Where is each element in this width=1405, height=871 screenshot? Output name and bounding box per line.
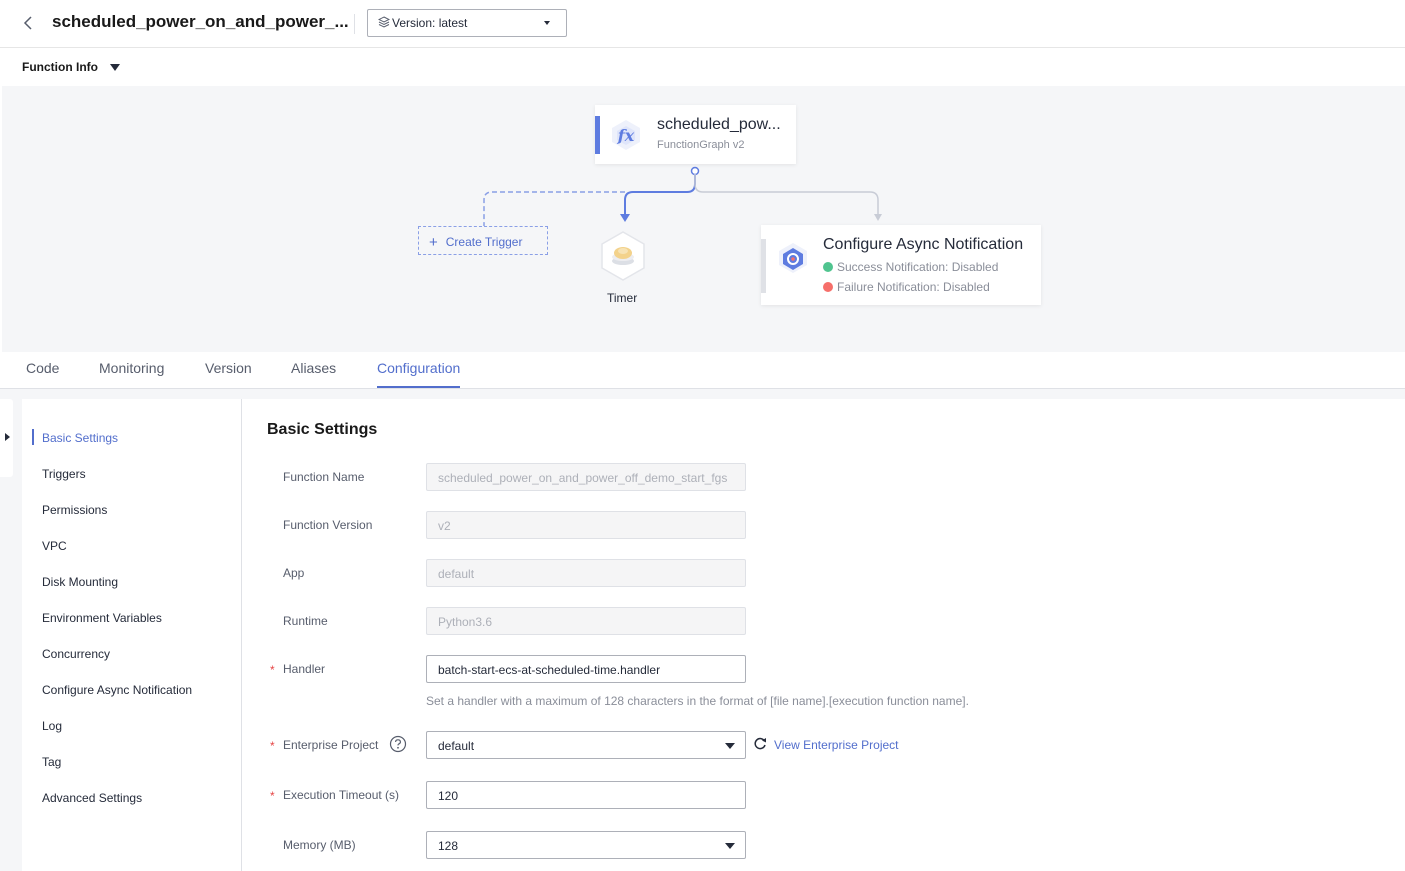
chevron-down-icon: [725, 843, 735, 849]
success-notification-status: Success Notification: Disabled: [823, 260, 998, 274]
execution-timeout-label: Execution Timeout (s): [283, 788, 400, 802]
function-node-name: scheduled_pow...: [657, 116, 781, 133]
enterprise-project-value: default: [438, 739, 475, 753]
section-title: Basic Settings: [267, 421, 378, 438]
caret-right-icon: [5, 433, 10, 441]
version-select[interactable]: Version: latest: [367, 9, 567, 37]
handler-label-row: * Handler: [270, 662, 326, 677]
function-info-toggle[interactable]: Function Info: [22, 60, 98, 74]
card-accent-bar: [761, 239, 766, 293]
app-field: default: [426, 559, 746, 587]
nav-item-permissions[interactable]: Permissions: [42, 503, 107, 517]
success-notification-text: Success Notification: Disabled: [837, 260, 999, 274]
nav-item-log[interactable]: Log: [42, 719, 62, 733]
active-tab-indicator: [377, 386, 460, 388]
nav-item-concurrency[interactable]: Concurrency: [42, 647, 110, 661]
enterprise-project-select[interactable]: default: [426, 731, 746, 759]
handler-input[interactable]: batch-start-ecs-at-scheduled-time.handle…: [426, 655, 746, 683]
tab-configuration[interactable]: Configuration: [377, 360, 460, 376]
memory-select[interactable]: 128: [426, 831, 746, 859]
timer-label: Timer: [607, 291, 638, 305]
async-notification-title: Configure Async Notification: [823, 236, 1024, 253]
expand-panel-button[interactable]: [0, 399, 13, 477]
async-notification-icon: [779, 243, 807, 273]
plus-icon: +: [429, 234, 438, 251]
version-select-value: Version: latest: [392, 16, 468, 30]
required-mark: *: [270, 663, 275, 677]
function-name-label: Function Name: [283, 470, 365, 484]
chevron-down-icon: [725, 743, 735, 749]
function-node-card[interactable]: fx scheduled_pow... FunctionGraph v2: [595, 105, 796, 164]
active-nav-indicator: [32, 429, 34, 445]
failure-notification-status: Failure Notification: Disabled: [823, 280, 990, 294]
basic-settings-panel: Basic Settings Function Name scheduled_p…: [243, 399, 1405, 871]
header-divider: [354, 14, 355, 34]
caret-down-icon[interactable]: [110, 64, 120, 71]
memory-label: Memory (MB): [283, 838, 356, 852]
required-mark: *: [270, 739, 275, 753]
left-strip: [0, 399, 22, 871]
enterprise-project-label-row: * Enterprise Project: [270, 738, 379, 753]
nav-item-vpc[interactable]: VPC: [42, 539, 67, 553]
back-arrow-icon[interactable]: [20, 12, 36, 34]
chevron-down-icon: [544, 21, 550, 25]
function-version-label: Function Version: [283, 518, 373, 532]
nav-item-environment-variables[interactable]: Environment Variables: [42, 611, 162, 625]
config-side-nav: Basic Settings Triggers Permissions VPC …: [22, 399, 242, 871]
nav-item-async-notification[interactable]: Configure Async Notification: [42, 683, 192, 697]
required-mark: *: [270, 789, 275, 803]
create-trigger-button[interactable]: + Create Trigger: [418, 226, 548, 255]
nav-item-triggers[interactable]: Triggers: [42, 467, 86, 481]
nav-item-disk-mounting[interactable]: Disk Mounting: [42, 575, 118, 589]
failure-status-dot: [823, 282, 833, 292]
tab-version[interactable]: Version: [205, 360, 252, 376]
app-label: App: [283, 566, 305, 580]
execution-timeout-label-row: * Execution Timeout (s): [270, 788, 400, 803]
function-tabs: Code Monitoring Version Aliases Configur…: [0, 352, 1405, 389]
function-name-field: scheduled_power_on_and_power_off_demo_st…: [426, 463, 746, 491]
function-info-bar: Function Info: [0, 48, 1405, 86]
handler-label: Handler: [283, 662, 326, 676]
view-enterprise-project-link[interactable]: View Enterprise Project: [774, 738, 899, 752]
runtime-label: Runtime: [283, 614, 328, 628]
handler-hint: Set a handler with a maximum of 128 char…: [426, 694, 969, 708]
layers-icon: [378, 16, 390, 28]
memory-value: 128: [438, 839, 459, 853]
function-node-version: FunctionGraph v2: [657, 139, 745, 151]
section-gutter: [0, 389, 1405, 399]
page-title: scheduled_power_on_and_power_...: [52, 12, 349, 31]
nav-item-advanced-settings[interactable]: Advanced Settings: [42, 791, 142, 805]
function-diagram: fx scheduled_pow... FunctionGraph v2 + Cr…: [2, 86, 1405, 352]
nav-item-tag[interactable]: Tag: [42, 755, 61, 769]
page-header: scheduled_power_on_and_power_... Version…: [0, 0, 1405, 48]
execution-timeout-input[interactable]: 120: [426, 781, 746, 809]
function-version-field: v2: [426, 511, 746, 539]
enterprise-project-label: Enterprise Project: [283, 738, 379, 752]
tab-code[interactable]: Code: [26, 360, 59, 376]
failure-notification-text: Failure Notification: Disabled: [837, 280, 990, 294]
svg-text:fx: fx: [617, 126, 635, 145]
tab-aliases[interactable]: Aliases: [291, 360, 336, 376]
runtime-field: Python3.6: [426, 607, 746, 635]
tab-monitoring[interactable]: Monitoring: [99, 360, 164, 376]
async-notification-card[interactable]: Configure Async Notification Success Not…: [761, 225, 1041, 305]
card-accent-bar: [595, 116, 600, 154]
create-trigger-label: Create Trigger: [445, 235, 523, 249]
function-fx-icon: fx: [612, 120, 640, 150]
nav-item-basic-settings[interactable]: Basic Settings: [42, 431, 118, 445]
help-icon[interactable]: [389, 735, 407, 753]
timer-trigger-icon[interactable]: [597, 230, 649, 282]
success-status-dot: [823, 262, 833, 272]
refresh-icon[interactable]: [753, 737, 767, 751]
